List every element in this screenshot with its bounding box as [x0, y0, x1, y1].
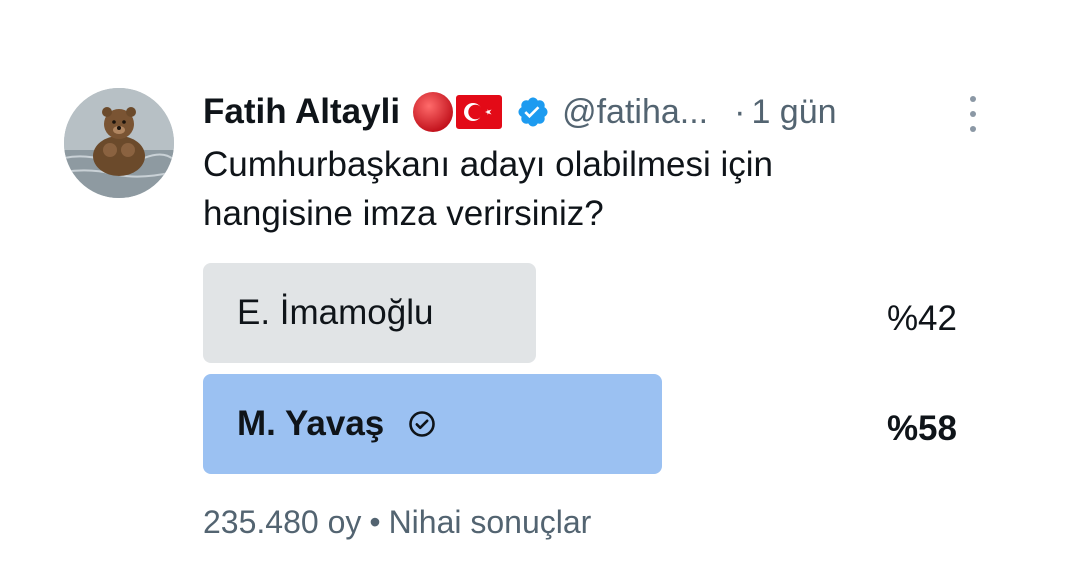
poll-footer: 235.480 oy • Nihai sonuçlar — [203, 500, 591, 544]
question-line-1: Cumhurbaşkanı adayı olabilmesi için — [203, 145, 773, 184]
tweet-text: Cumhurbaşkanı adayı olabilmesi için hang… — [203, 140, 963, 238]
tweet-header: Fatih Altayli @fatiha... · 1 gün — [203, 86, 837, 138]
turkish-flag-icon — [456, 95, 503, 129]
meta-separator: · — [734, 92, 746, 131]
author-name[interactable]: Fatih Altayli — [203, 92, 400, 132]
red-circle-icon — [412, 91, 454, 133]
tweet-timestamp[interactable]: 1 gün — [751, 93, 836, 132]
footer-separator: • — [369, 503, 381, 540]
poll-option-2-label: M. Yavaş — [237, 404, 385, 443]
verified-badge-icon — [516, 95, 550, 129]
bear-photo-icon — [64, 88, 174, 198]
vote-count: 235.480 oy — [203, 503, 362, 540]
author-handle[interactable]: @fatiha... — [562, 93, 708, 132]
more-options-icon[interactable] — [958, 94, 988, 134]
poll-status: Nihai sonuçlar — [388, 503, 592, 540]
poll-option-2[interactable]: M. Yavaş — [203, 374, 662, 474]
poll-option-2-percent: %58 — [886, 409, 957, 448]
check-circle-icon — [408, 410, 436, 438]
poll-option-1[interactable]: E. İmamoğlu — [203, 263, 536, 363]
avatar[interactable] — [64, 88, 174, 198]
poll-option-1-percent: %42 — [886, 299, 957, 338]
poll-option-1-label: E. İmamoğlu — [237, 293, 434, 332]
question-line-2: hangisine imza verirsiniz? — [203, 194, 604, 233]
